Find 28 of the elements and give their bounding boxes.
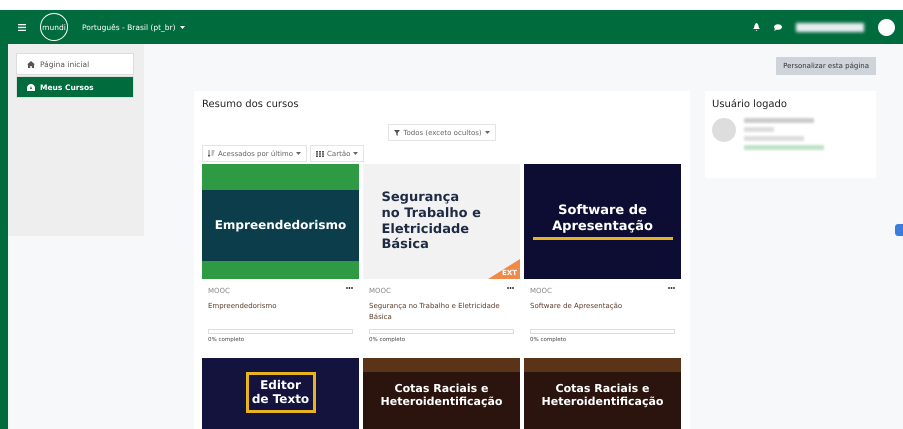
panel-title: Usuário logado	[712, 99, 788, 110]
chat-icon[interactable]	[774, 24, 782, 30]
banner-title: Editor de Texto	[246, 372, 316, 413]
grid-icon	[316, 150, 324, 156]
panel-title: Resumo dos cursos	[202, 99, 300, 110]
user-avatar[interactable]	[878, 18, 895, 36]
menu-icon[interactable]	[18, 24, 26, 30]
caret-icon	[296, 152, 302, 155]
caret-icon	[484, 131, 490, 134]
caret-icon	[180, 26, 185, 28]
banner-title: Empreendedorismo	[214, 218, 348, 233]
banner-title: Cotas Raciais e Heteroidentificação	[540, 382, 664, 408]
dashboard-icon	[27, 84, 35, 90]
home-icon	[27, 60, 35, 68]
course-banner[interactable]: Cotas Raciais e Heteroidentificação	[363, 358, 520, 429]
banner-title: Software de Apresentação	[532, 202, 672, 240]
bell-icon[interactable]	[753, 23, 760, 31]
course-banner[interactable]: Empreendedorismo	[202, 164, 359, 279]
course-banner[interactable]: Editor de Texto	[202, 358, 359, 429]
avatar-placeholder	[712, 118, 736, 142]
banner-title: Cotas Raciais e Heteroidentificação	[380, 382, 504, 408]
course-banner[interactable]: Cotas Raciais e Heteroidentificação	[524, 358, 681, 429]
side-tab[interactable]	[895, 224, 903, 236]
filter-icon	[394, 130, 400, 136]
banner-title: Segurança no Trabalho e Eletricidade Básica	[382, 190, 482, 253]
course-banner[interactable]: Software de Apresentação	[524, 164, 681, 279]
caret-icon	[353, 152, 358, 155]
sort-icon	[208, 150, 215, 157]
